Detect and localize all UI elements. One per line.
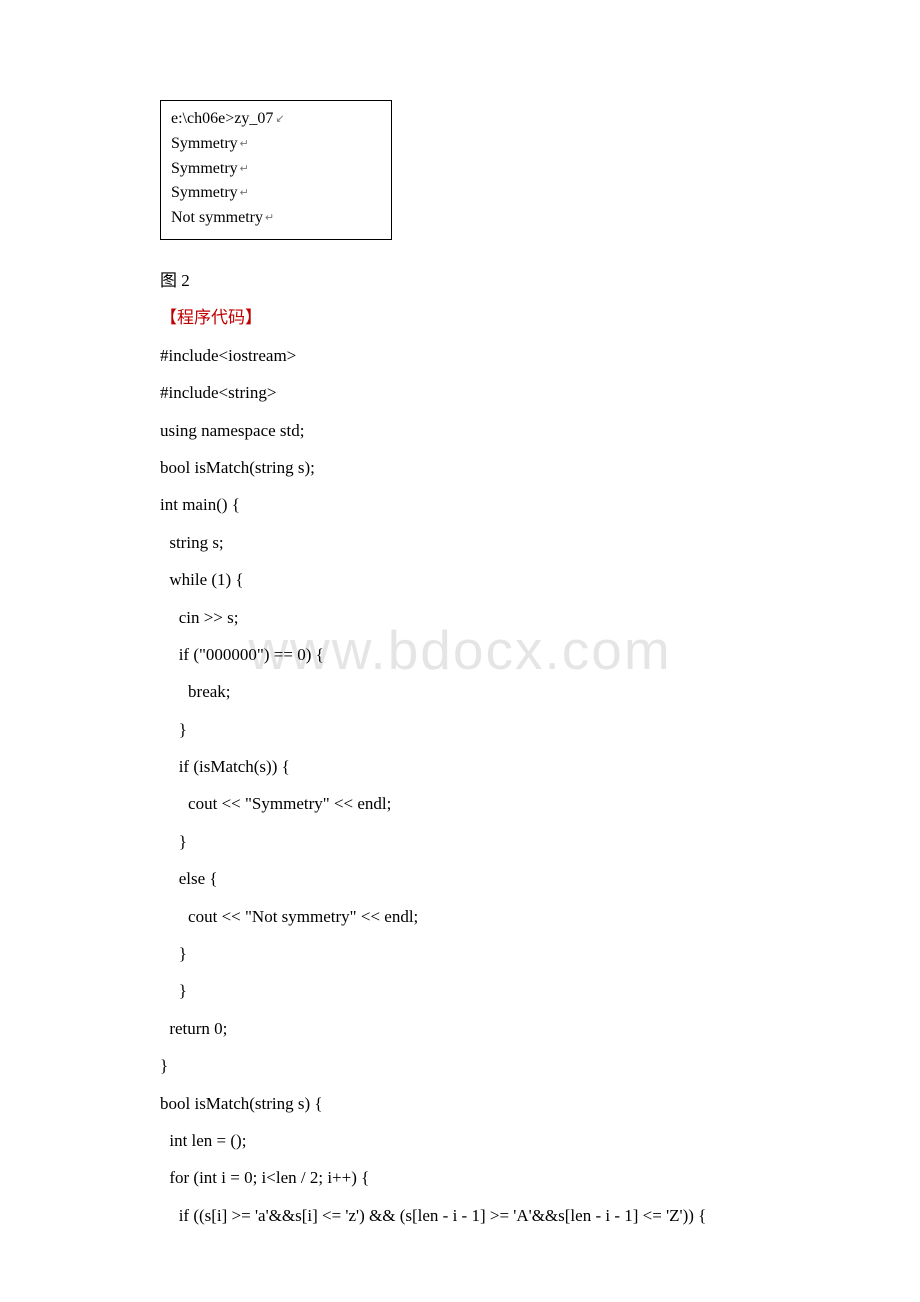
code-line: int len = (); [160,1122,760,1159]
code-line: } [160,823,760,860]
output-line: Symmetry↵ [171,157,381,182]
code-line: } [160,935,760,972]
code-line: int main() { [160,486,760,523]
code-line: cout << "Symmetry" << endl; [160,785,760,822]
return-mark-icon: ↵ [240,185,249,202]
code-block: #include<iostream> #include<string> usin… [160,337,760,1234]
figure-caption: 图 2 [160,262,760,299]
code-line: #include<string> [160,374,760,411]
output-line: Not symmetry↵ [171,206,381,231]
code-line: for (int i = 0; i<len / 2; i++) { [160,1159,760,1196]
output-line: e:\ch06e>zy_07↙ [171,107,381,132]
code-line: } [160,1047,760,1084]
output-line: Symmetry↵ [171,181,381,206]
output-line: Symmetry↵ [171,132,381,157]
code-line: } [160,711,760,748]
code-line: string s; [160,524,760,561]
code-line: if ("000000") == 0) { [160,636,760,673]
code-line: else { [160,860,760,897]
return-mark-icon: ↵ [240,136,249,153]
code-line: #include<iostream> [160,337,760,374]
output-text: Symmetry [171,160,238,177]
code-line: while (1) { [160,561,760,598]
section-heading: 【程序代码】 [160,299,760,336]
code-line: cin >> s; [160,599,760,636]
code-line: if ((s[i] >= 'a'&&s[i] <= 'z') && (s[len… [160,1197,760,1234]
heading-text: 【程序代码】 [160,308,262,327]
return-mark-icon: ↵ [240,161,249,178]
program-output-box: e:\ch06e>zy_07↙ Symmetry↵ Symmetry↵ Symm… [160,100,392,240]
code-line: } [160,972,760,1009]
output-text: e:\ch06e>zy_07 [171,110,273,127]
output-text: Symmetry [171,184,238,201]
code-line: if (isMatch(s)) { [160,748,760,785]
output-text: Symmetry [171,135,238,152]
code-line: return 0; [160,1010,760,1047]
output-text: Not symmetry [171,209,263,226]
return-mark-icon: ↵ [265,210,274,227]
code-line: bool isMatch(string s); [160,449,760,486]
enter-mark-icon: ↙ [275,111,284,128]
code-line: cout << "Not symmetry" << endl; [160,898,760,935]
document-page: e:\ch06e>zy_07↙ Symmetry↵ Symmetry↵ Symm… [0,0,920,1294]
code-line: bool isMatch(string s) { [160,1085,760,1122]
code-line: break; [160,673,760,710]
code-line: using namespace std; [160,412,760,449]
